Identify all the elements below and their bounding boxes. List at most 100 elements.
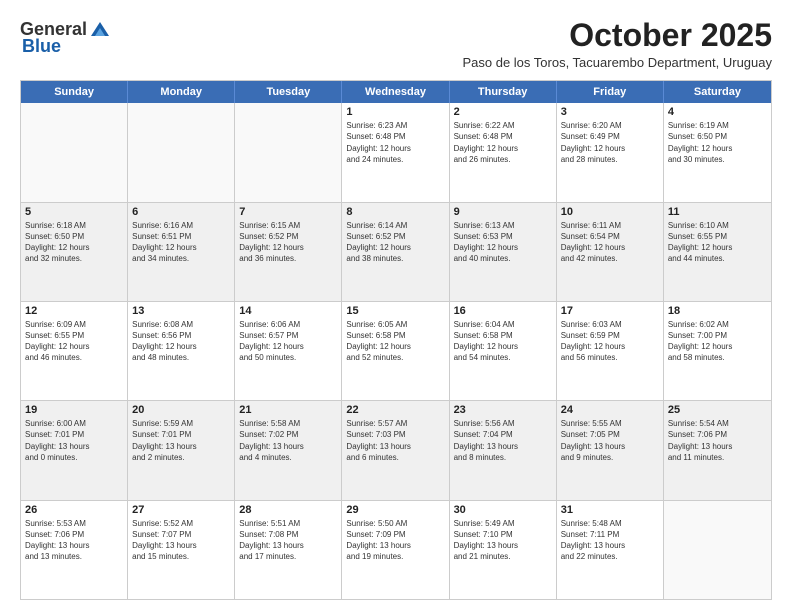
- day-number: 28: [239, 504, 337, 516]
- day-cell-10: 10 Sunrise: 6:11 AMSunset: 6:54 PMDayligh…: [557, 203, 664, 301]
- day-number: 19: [25, 404, 123, 416]
- calendar-body: 1 Sunrise: 6:23 AMSunset: 6:48 PMDaylight…: [21, 103, 771, 599]
- empty-cell: [128, 103, 235, 201]
- day-info: Sunrise: 6:08 AMSunset: 6:56 PMDaylight:…: [132, 319, 230, 364]
- day-info: Sunrise: 5:54 AMSunset: 7:06 PMDaylight:…: [668, 418, 767, 463]
- day-cell-3: 3 Sunrise: 6:20 AMSunset: 6:49 PMDaylight…: [557, 103, 664, 201]
- day-number: 2: [454, 106, 552, 118]
- day-info: Sunrise: 5:56 AMSunset: 7:04 PMDaylight:…: [454, 418, 552, 463]
- day-cell-11: 11 Sunrise: 6:10 AMSunset: 6:55 PMDayligh…: [664, 203, 771, 301]
- day-info: Sunrise: 6:03 AMSunset: 6:59 PMDaylight:…: [561, 319, 659, 364]
- day-cell-9: 9 Sunrise: 6:13 AMSunset: 6:53 PMDaylight…: [450, 203, 557, 301]
- day-info: Sunrise: 5:57 AMSunset: 7:03 PMDaylight:…: [346, 418, 444, 463]
- day-number: 27: [132, 504, 230, 516]
- logo-blue-text: Blue: [22, 36, 61, 57]
- day-number: 24: [561, 404, 659, 416]
- day-cell-4: 4Sunrise: 6:19 AMSunset: 6:50 PMDaylight…: [664, 103, 771, 201]
- day-info: Sunrise: 6:20 AMSunset: 6:49 PMDaylight:…: [561, 120, 659, 165]
- day-number: 20: [132, 404, 230, 416]
- day-number: 31: [561, 504, 659, 516]
- empty-cell: [664, 501, 771, 599]
- day-info: Sunrise: 6:16 AMSunset: 6:51 PMDaylight:…: [132, 220, 230, 265]
- calendar-header: SundayMondayTuesdayWednesdayThursdayFrid…: [21, 81, 771, 103]
- day-info: Sunrise: 5:53 AMSunset: 7:06 PMDaylight:…: [25, 518, 123, 563]
- day-cell-7: 7 Sunrise: 6:15 AMSunset: 6:52 PMDaylight…: [235, 203, 342, 301]
- day-cell-12: 12Sunrise: 6:09 AMSunset: 6:55 PMDayligh…: [21, 302, 128, 400]
- empty-cell: [21, 103, 128, 201]
- day-info: Sunrise: 6:10 AMSunset: 6:55 PMDaylight:…: [668, 220, 767, 265]
- day-number: 23: [454, 404, 552, 416]
- day-info: Sunrise: 5:49 AMSunset: 7:10 PMDaylight:…: [454, 518, 552, 563]
- day-info: Sunrise: 6:11 AMSunset: 6:54 PMDaylight:…: [561, 220, 659, 265]
- day-number: 14: [239, 305, 337, 317]
- day-info: Sunrise: 5:51 AMSunset: 7:08 PMDaylight:…: [239, 518, 337, 563]
- day-cell-25: 25 Sunrise: 5:54 AMSunset: 7:06 PMDayligh…: [664, 401, 771, 499]
- calendar-row-0: 1 Sunrise: 6:23 AMSunset: 6:48 PMDaylight…: [21, 103, 771, 201]
- day-cell-24: 24Sunrise: 5:55 AMSunset: 7:05 PMDayligh…: [557, 401, 664, 499]
- day-number: 7: [239, 206, 337, 218]
- day-cell-6: 6 Sunrise: 6:16 AMSunset: 6:51 PMDaylight…: [128, 203, 235, 301]
- day-number: 21: [239, 404, 337, 416]
- day-info: Sunrise: 6:05 AMSunset: 6:58 PMDaylight:…: [346, 319, 444, 364]
- day-number: 3: [561, 106, 659, 118]
- day-number: 15: [346, 305, 444, 317]
- day-number: 29: [346, 504, 444, 516]
- day-cell-28: 28 Sunrise: 5:51 AMSunset: 7:08 PMDayligh…: [235, 501, 342, 599]
- day-cell-21: 21 Sunrise: 5:58 AMSunset: 7:02 PMDayligh…: [235, 401, 342, 499]
- header-day-sunday: Sunday: [21, 81, 128, 103]
- day-cell-13: 13Sunrise: 6:08 AMSunset: 6:56 PMDayligh…: [128, 302, 235, 400]
- day-number: 18: [668, 305, 767, 317]
- day-number: 17: [561, 305, 659, 317]
- day-cell-8: 8 Sunrise: 6:14 AMSunset: 6:52 PMDaylight…: [342, 203, 449, 301]
- day-info: Sunrise: 6:09 AMSunset: 6:55 PMDaylight:…: [25, 319, 123, 364]
- day-info: Sunrise: 6:15 AMSunset: 6:52 PMDaylight:…: [239, 220, 337, 265]
- subtitle: Paso de los Toros, Tacuarembo Department…: [462, 55, 772, 70]
- day-info: Sunrise: 6:04 AMSunset: 6:58 PMDaylight:…: [454, 319, 552, 364]
- day-number: 8: [346, 206, 444, 218]
- month-title: October 2025: [462, 18, 772, 53]
- day-cell-19: 19 Sunrise: 6:00 AMSunset: 7:01 PMDayligh…: [21, 401, 128, 499]
- day-info: Sunrise: 5:48 AMSunset: 7:11 PMDaylight:…: [561, 518, 659, 563]
- title-block: October 2025 Paso de los Toros, Tacuarem…: [462, 18, 772, 70]
- day-number: 16: [454, 305, 552, 317]
- header-day-monday: Monday: [128, 81, 235, 103]
- empty-cell: [235, 103, 342, 201]
- header-day-wednesday: Wednesday: [342, 81, 449, 103]
- day-cell-15: 15 Sunrise: 6:05 AMSunset: 6:58 PMDayligh…: [342, 302, 449, 400]
- day-info: Sunrise: 6:13 AMSunset: 6:53 PMDaylight:…: [454, 220, 552, 265]
- day-number: 6: [132, 206, 230, 218]
- day-number: 5: [25, 206, 123, 218]
- day-info: Sunrise: 5:58 AMSunset: 7:02 PMDaylight:…: [239, 418, 337, 463]
- day-info: Sunrise: 6:00 AMSunset: 7:01 PMDaylight:…: [25, 418, 123, 463]
- logo: General Blue: [20, 18, 111, 57]
- day-info: Sunrise: 6:06 AMSunset: 6:57 PMDaylight:…: [239, 319, 337, 364]
- day-info: Sunrise: 5:59 AMSunset: 7:01 PMDaylight:…: [132, 418, 230, 463]
- header: General Blue October 2025 Paso de los To…: [20, 18, 772, 70]
- day-number: 10: [561, 206, 659, 218]
- day-cell-17: 17 Sunrise: 6:03 AMSunset: 6:59 PMDayligh…: [557, 302, 664, 400]
- day-cell-14: 14 Sunrise: 6:06 AMSunset: 6:57 PMDayligh…: [235, 302, 342, 400]
- page: General Blue October 2025 Paso de los To…: [0, 0, 792, 612]
- day-info: Sunrise: 5:52 AMSunset: 7:07 PMDaylight:…: [132, 518, 230, 563]
- day-cell-1: 1 Sunrise: 6:23 AMSunset: 6:48 PMDaylight…: [342, 103, 449, 201]
- calendar-row-2: 12Sunrise: 6:09 AMSunset: 6:55 PMDayligh…: [21, 301, 771, 400]
- day-info: Sunrise: 6:22 AMSunset: 6:48 PMDaylight:…: [454, 120, 552, 165]
- day-number: 9: [454, 206, 552, 218]
- header-day-thursday: Thursday: [450, 81, 557, 103]
- day-info: Sunrise: 6:18 AMSunset: 6:50 PMDaylight:…: [25, 220, 123, 265]
- day-info: Sunrise: 6:14 AMSunset: 6:52 PMDaylight:…: [346, 220, 444, 265]
- day-number: 11: [668, 206, 767, 218]
- day-cell-30: 30 Sunrise: 5:49 AMSunset: 7:10 PMDayligh…: [450, 501, 557, 599]
- day-number: 25: [668, 404, 767, 416]
- day-number: 1: [346, 106, 444, 118]
- day-cell-20: 20 Sunrise: 5:59 AMSunset: 7:01 PMDayligh…: [128, 401, 235, 499]
- day-number: 22: [346, 404, 444, 416]
- day-number: 30: [454, 504, 552, 516]
- day-cell-23: 23 Sunrise: 5:56 AMSunset: 7:04 PMDayligh…: [450, 401, 557, 499]
- day-cell-29: 29Sunrise: 5:50 AMSunset: 7:09 PMDayligh…: [342, 501, 449, 599]
- day-cell-26: 26Sunrise: 5:53 AMSunset: 7:06 PMDayligh…: [21, 501, 128, 599]
- header-day-tuesday: Tuesday: [235, 81, 342, 103]
- calendar-row-1: 5 Sunrise: 6:18 AMSunset: 6:50 PMDaylight…: [21, 202, 771, 301]
- day-info: Sunrise: 6:02 AMSunset: 7:00 PMDaylight:…: [668, 319, 767, 364]
- day-info: Sunrise: 6:23 AMSunset: 6:48 PMDaylight:…: [346, 120, 444, 165]
